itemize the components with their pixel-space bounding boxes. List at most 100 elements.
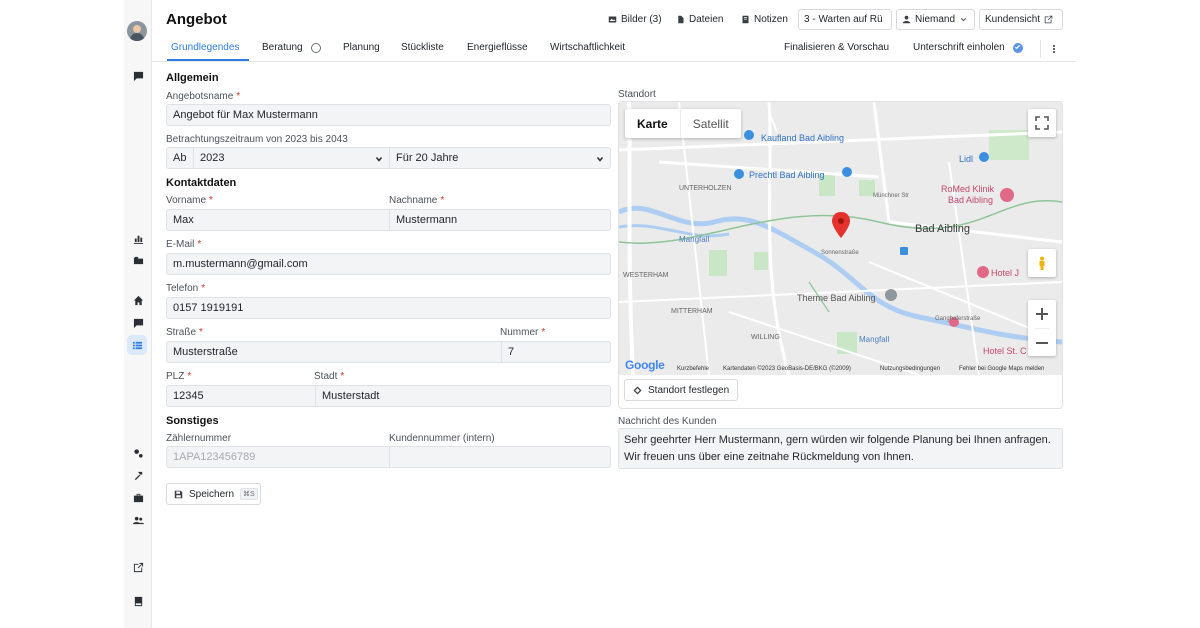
- set-location-button[interactable]: Standort festlegen: [624, 379, 738, 401]
- tab-beratung[interactable]: Beratung: [262, 42, 321, 53]
- user-avatar[interactable]: [127, 21, 147, 41]
- tab-energiefluesse[interactable]: Energieflüsse: [467, 42, 528, 53]
- section-contact-heading: Kontaktdaten: [166, 177, 237, 189]
- period-year-select[interactable]: 2023: [193, 148, 389, 168]
- firstname-input[interactable]: Max: [167, 210, 389, 230]
- period-duration-value: Für 20 Jahre: [396, 152, 459, 164]
- pegman-icon: [1039, 256, 1045, 270]
- map-type-satellite-button[interactable]: Satellit: [681, 109, 741, 138]
- map-type-map-button[interactable]: Karte: [625, 109, 681, 138]
- number-label: Nummer *: [500, 327, 546, 338]
- images-button[interactable]: Bilder (3): [604, 9, 666, 30]
- period-duration-select[interactable]: Für 20 Jahre: [389, 148, 610, 168]
- briefcase-icon[interactable]: [124, 487, 152, 507]
- tab-planung[interactable]: Planung: [343, 42, 380, 53]
- period-prefix: Ab: [173, 152, 187, 164]
- customer-view-button[interactable]: Kundensicht: [979, 9, 1063, 30]
- customer-message-box: Sehr geehrter Herr Mustermann, gern würd…: [618, 428, 1063, 469]
- section-general-heading: Allgemein: [166, 72, 219, 84]
- city-label: Stadt *: [314, 371, 345, 382]
- zoom-out-button[interactable]: [1035, 328, 1049, 356]
- map-label-sonnenstrasse: Sonnenstraße: [821, 250, 859, 256]
- map-label-hotel-j: Hotel J: [991, 268, 1019, 278]
- divider: [1040, 40, 1041, 58]
- lastname-label: Nachname *: [389, 195, 445, 206]
- chevron-down-icon: [375, 154, 383, 162]
- zip-input[interactable]: 12345: [167, 386, 315, 406]
- offer-name-label: Angebotsname *: [166, 91, 241, 102]
- message-icon[interactable]: [124, 313, 152, 333]
- email-label: E-Mail *: [166, 239, 202, 250]
- misc-field-group: 1APA123456789: [166, 446, 611, 468]
- chevron-down-icon: [960, 18, 967, 22]
- map-attribution: Kurzbefehle Kartendaten ©2023 GeoBasis-D…: [619, 364, 1062, 375]
- active-tab-indicator: [167, 59, 249, 61]
- chat-icon[interactable]: [124, 66, 152, 86]
- meter-input[interactable]: 1APA123456789: [167, 447, 389, 467]
- external-link-icon[interactable]: [124, 557, 152, 577]
- notes-button-label: Notizen: [754, 14, 788, 25]
- email-field[interactable]: m.mustermann@gmail.com: [166, 253, 611, 275]
- users-icon[interactable]: [124, 510, 152, 530]
- street-view-button[interactable]: [1028, 249, 1056, 277]
- folders-icon[interactable]: [124, 250, 152, 270]
- map-label-muenchner-str: Münchner Str: [873, 193, 909, 199]
- tab-finalisieren[interactable]: Finalisieren & Vorschau: [784, 42, 889, 53]
- map-label-therme: Therme Bad Aibling: [797, 293, 876, 303]
- tab-label: Energieflüsse: [467, 42, 528, 53]
- map-report-link[interactable]: Fehler bei Google Maps melden: [959, 366, 1044, 372]
- phone-label: Telefon *: [166, 283, 206, 294]
- number-input[interactable]: 7: [501, 342, 610, 362]
- period-label: Betrachtungszeitraum von 2023 bis 2043: [166, 134, 348, 145]
- street-label: Straße *: [166, 327, 203, 338]
- tab-label: Beratung: [262, 42, 303, 53]
- phone-field[interactable]: 0157 1919191: [166, 297, 611, 319]
- tab-stueckliste[interactable]: Stückliste: [401, 42, 444, 53]
- minus-icon: [1036, 341, 1048, 344]
- files-icon: [678, 15, 684, 24]
- notes-icon: [742, 15, 749, 24]
- assignee-select-value: Niemand: [915, 14, 956, 25]
- book-icon[interactable]: [124, 591, 152, 611]
- location-map[interactable]: Kaufland Bad Aibling Prechtl Bad Aibling…: [618, 101, 1063, 409]
- save-button[interactable]: Speichern ⌘S: [166, 483, 261, 505]
- more-options-icon[interactable]: [1050, 42, 1058, 56]
- bar-chart-icon[interactable]: [124, 228, 152, 248]
- files-button[interactable]: Dateien: [672, 9, 727, 30]
- section-misc-heading: Sonstiges: [166, 415, 219, 427]
- home-icon[interactable]: [124, 290, 152, 310]
- tab-wirtschaftlichkeit[interactable]: Wirtschaftlichkeit: [550, 42, 625, 53]
- zoom-control: [1028, 300, 1056, 356]
- map-label-mitterham: MITTERHAM: [671, 308, 713, 315]
- street-input[interactable]: Musterstraße: [167, 342, 501, 362]
- save-icon: [174, 490, 183, 498]
- map-data-credit: Kartendaten ©2023 GeoBasis-DE/BKG (©2009…: [723, 366, 851, 372]
- map-label-kaufland: Kaufland Bad Aibling: [761, 133, 844, 143]
- period-year-value: 2023: [200, 152, 225, 164]
- images-icon: [608, 16, 617, 23]
- notes-button[interactable]: Notizen: [737, 9, 792, 30]
- city-input[interactable]: Musterstadt: [315, 386, 610, 406]
- period-field: Ab 2023 Für 20 Jahre: [166, 147, 611, 169]
- assignee-select[interactable]: Niemand: [896, 9, 975, 30]
- fullscreen-button[interactable]: [1028, 109, 1056, 137]
- lastname-input[interactable]: Mustermann: [389, 210, 610, 230]
- map-label-ganghoferstrasse: Ganghoferstraße: [935, 316, 981, 322]
- hammer-icon[interactable]: [124, 465, 152, 485]
- map-shortcuts-link[interactable]: Kurzbefehle: [677, 366, 709, 372]
- tab-grundlegendes[interactable]: Grundlegendes: [171, 42, 239, 53]
- map-canvas[interactable]: Kaufland Bad Aibling Prechtl Bad Aibling…: [619, 102, 1062, 375]
- status-select[interactable]: 3 - Warten auf Rü: [798, 9, 892, 30]
- customer-number-input[interactable]: [389, 447, 610, 467]
- list-icon[interactable]: [127, 335, 147, 355]
- map-label-prechtl: Prechtl Bad Aibling: [749, 170, 825, 180]
- tab-bar: Grundlegendes Beratung Planung Stücklist…: [152, 36, 1076, 62]
- map-terms-link[interactable]: Nutzungsbedingungen: [880, 366, 940, 372]
- offer-name-field[interactable]: Angebot für Max Mustermann: [166, 104, 611, 126]
- save-shortcut: ⌘S: [240, 488, 258, 500]
- map-type-control: Karte Satellit: [625, 109, 741, 138]
- name-field-group: Max Mustermann: [166, 209, 611, 231]
- tab-unterschrift[interactable]: Unterschrift einholen: [913, 42, 1023, 53]
- zoom-in-button[interactable]: [1035, 300, 1049, 328]
- settings-icon[interactable]: [124, 443, 152, 463]
